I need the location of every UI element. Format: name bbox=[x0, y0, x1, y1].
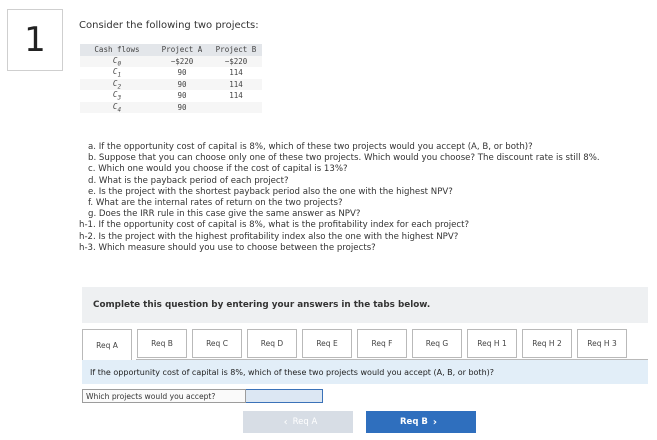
project-a-value: −$220 bbox=[154, 55, 210, 67]
project-b-value: −$220 bbox=[210, 55, 262, 67]
cash-flow-label: C3 bbox=[112, 90, 122, 102]
tab-req-d[interactable]: Req D bbox=[247, 329, 297, 358]
question-prompt-panel: If the opportunity cost of capital is 8%… bbox=[82, 360, 648, 384]
header-cash-flows: Cash flows bbox=[80, 44, 154, 56]
question-prompt: If the opportunity cost of capital is 8%… bbox=[90, 367, 495, 377]
project-a-value: 90 bbox=[177, 91, 187, 101]
header-project-a: Project A bbox=[154, 44, 210, 56]
question-item: a. If the opportunity cost of capital is… bbox=[88, 142, 533, 152]
tab-req-c[interactable]: Req C bbox=[192, 329, 242, 358]
cash-flow-label: C1 bbox=[112, 67, 122, 79]
table-header-row: Cash flows Project A Project B bbox=[80, 44, 262, 56]
question-item: f. What are the internal rates of return… bbox=[88, 198, 343, 209]
project-b-value: 114 bbox=[229, 68, 243, 78]
project-a-value: 90 bbox=[154, 101, 210, 113]
question-item: g. Does the IRR rule in this case give t… bbox=[88, 209, 361, 220]
question-item: h-3. Which measure should you use to cho… bbox=[79, 242, 376, 253]
project-a-value: 90 bbox=[177, 68, 187, 78]
project-a-value: 90 bbox=[154, 78, 210, 90]
answer-label: Which projects would you accept? bbox=[82, 389, 246, 403]
question-item: h-2. Is the project with the highest pro… bbox=[79, 231, 459, 242]
cash-flow-table: Cash flows Project A Project B C0 −$220 … bbox=[80, 44, 262, 113]
prev-req-label: Req A bbox=[292, 417, 318, 427]
question-list: a. If the opportunity cost of capital is… bbox=[79, 142, 600, 254]
tab-req-h2[interactable]: Req H 2 bbox=[522, 329, 572, 358]
header-project-b: Project B bbox=[210, 44, 262, 56]
cash-flow-label: C4 bbox=[80, 101, 154, 113]
project-b-value: 114 bbox=[229, 91, 243, 101]
next-req-button[interactable]: Req B › bbox=[366, 411, 476, 433]
cash-flow-label: C2 bbox=[80, 78, 154, 90]
question-item: e. Is the project with the shortest payb… bbox=[88, 186, 453, 197]
prev-req-button[interactable]: ‹ Req A bbox=[243, 411, 353, 433]
tab-req-a[interactable]: Req A bbox=[82, 329, 132, 361]
requirement-tabs: Req A Req B Req C Req D Req E Req F Req … bbox=[82, 329, 632, 361]
table-row: C3 90 114 bbox=[80, 90, 262, 102]
table-row: C0 −$220 −$220 bbox=[80, 55, 262, 67]
instruction-banner: Complete this question by entering your … bbox=[82, 287, 648, 323]
next-req-label: Req B bbox=[400, 417, 428, 427]
project-b-value bbox=[210, 101, 262, 113]
project-b-value: 114 bbox=[210, 78, 262, 90]
answer-input[interactable] bbox=[246, 389, 323, 403]
tab-req-h1[interactable]: Req H 1 bbox=[467, 329, 517, 358]
tab-req-b[interactable]: Req B bbox=[137, 329, 187, 358]
chevron-left-icon: ‹ bbox=[283, 416, 288, 428]
instruction-text: Complete this question by entering your … bbox=[93, 300, 431, 310]
chevron-right-icon: › bbox=[432, 416, 437, 428]
question-number: 1 bbox=[7, 9, 63, 71]
tab-req-f[interactable]: Req F bbox=[357, 329, 407, 358]
question-item: d. What is the payback period of each pr… bbox=[88, 175, 289, 186]
table-row: C1 90 114 bbox=[80, 67, 262, 79]
cash-flow-label: C0 bbox=[80, 55, 154, 67]
question-intro: Consider the following two projects: bbox=[79, 20, 259, 31]
table-row: C4 90 bbox=[80, 101, 262, 113]
question-item: b. Suppose that you can choose only one … bbox=[88, 153, 600, 164]
table-row: C2 90 114 bbox=[80, 78, 262, 90]
tab-req-g[interactable]: Req G bbox=[412, 329, 462, 358]
tab-req-e[interactable]: Req E bbox=[302, 329, 352, 358]
question-item: h-1. If the opportunity cost of capital … bbox=[79, 220, 470, 231]
answer-row: Which projects would you accept? bbox=[82, 389, 323, 403]
tab-req-h3[interactable]: Req H 3 bbox=[577, 329, 627, 358]
question-item: c. Which one would you choose if the cos… bbox=[88, 164, 348, 175]
